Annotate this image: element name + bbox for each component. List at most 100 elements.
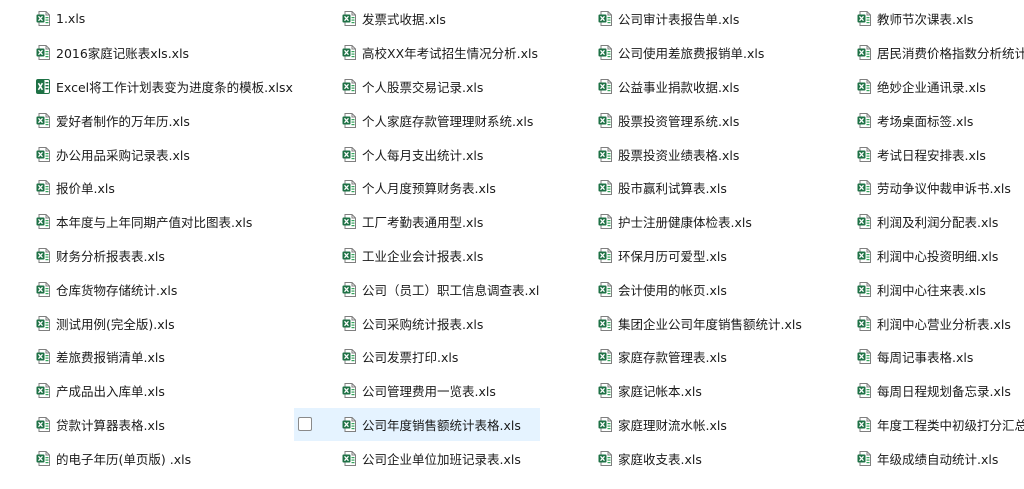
file-name: 个人家庭存款管理理财系统.xls <box>362 113 534 129</box>
file-item[interactable]: 考试日程安排表.xls <box>857 137 1024 171</box>
file-name: 绝妙企业通讯录.xls <box>877 79 986 95</box>
file-item[interactable]: 居民消费价格指数分析统计.xls <box>857 36 1024 70</box>
file-item[interactable]: 个人每月支出统计.xls <box>294 137 540 171</box>
file-item[interactable]: 公益事业捐款收据.xls <box>598 70 848 104</box>
file-column-2: 发票式收据.xls 高校XX年考试招生情况分析.xls 个人股票交易记录.xls 个人… <box>294 2 540 475</box>
file-item[interactable]: 差旅费报销清单.xls <box>36 340 296 374</box>
file-name: 年级成绩自动统计.xls <box>877 451 999 467</box>
file-name: 家庭理财流水帐.xls <box>618 417 727 433</box>
file-item[interactable]: 工厂考勤表通用型.xls <box>294 205 540 239</box>
file-item[interactable]: 公司管理费用一览表.xls <box>294 374 540 408</box>
excel-file-icon <box>857 281 871 297</box>
file-name: 测试用例(完全版).xls <box>56 316 175 332</box>
file-item[interactable]: 年度工程类中初级打分汇总表.xls <box>857 408 1024 442</box>
file-item[interactable]: 测试用例(完全版).xls <box>36 306 296 340</box>
file-item[interactable]: 报价单.xls <box>36 171 296 205</box>
file-item[interactable]: 个人家庭存款管理理财系统.xls <box>294 103 540 137</box>
file-name: 个人股票交易记录.xls <box>362 79 484 95</box>
file-item[interactable]: 贷款计算器表格.xls <box>36 408 296 442</box>
excel-file-icon <box>36 45 50 61</box>
file-item[interactable]: 爱好者制作的万年历.xls <box>36 103 296 137</box>
excel-file-icon <box>342 78 356 94</box>
file-column-1: 1.xls 2016家庭记账表xls.xls Excel将工作计划表变为进度条的模板… <box>36 2 296 475</box>
file-item[interactable]: 2016家庭记账表xls.xls <box>36 36 296 70</box>
file-name: 股市赢利试算表.xls <box>618 181 727 197</box>
file-item[interactable]: 发票式收据.xls <box>294 2 540 36</box>
file-item[interactable]: 环保月历可爱型.xls <box>598 239 848 273</box>
excel-file-icon <box>36 11 50 27</box>
file-item[interactable]: 本年度与上年同期产值对比图表.xls <box>36 205 296 239</box>
file-name: 财务分析报表表.xls <box>56 248 165 264</box>
file-item[interactable]: 股市赢利试算表.xls <box>598 171 848 205</box>
file-item[interactable]: 家庭存款管理表.xls <box>598 340 848 374</box>
excel-file-icon <box>342 416 356 432</box>
excel-file-icon <box>598 146 612 162</box>
file-name: 家庭收支表.xls <box>618 451 702 467</box>
file-item[interactable]: 家庭收支表.xls <box>598 441 848 475</box>
file-name: 公司使用差旅费报销单.xls <box>618 46 765 62</box>
file-item[interactable]: 护士注册健康体检表.xls <box>598 205 848 239</box>
file-name: 考场桌面标签.xls <box>877 113 974 129</box>
file-item[interactable]: 公司企业单位加班记录表.xls <box>294 441 540 475</box>
excel-file-icon <box>36 383 50 399</box>
file-item[interactable]: 公司发票打印.xls <box>294 340 540 374</box>
file-name: 贷款计算器表格.xls <box>56 417 165 433</box>
file-item[interactable]: 考场桌面标签.xls <box>857 103 1024 137</box>
file-name: 考试日程安排表.xls <box>877 147 986 163</box>
file-item[interactable]: 教师节次课表.xls <box>857 2 1024 36</box>
file-name: 护士注册健康体检表.xls <box>618 215 752 231</box>
excel-file-icon <box>857 146 871 162</box>
file-item[interactable]: 利润及利润分配表.xls <box>857 205 1024 239</box>
file-item[interactable]: 股票投资管理系统.xls <box>598 103 848 137</box>
file-name: 发票式收据.xls <box>362 12 446 28</box>
file-name: 仓库货物存储统计.xls <box>56 282 178 298</box>
file-name: 利润及利润分配表.xls <box>877 215 999 231</box>
file-item[interactable]: 利润中心投资明细.xls <box>857 239 1024 273</box>
excel-file-icon <box>342 247 356 263</box>
excel-file-icon <box>342 146 356 162</box>
file-item[interactable]: 股票投资业绩表格.xls <box>598 137 848 171</box>
file-item[interactable]: 1.xls <box>36 2 296 36</box>
file-item[interactable]: 集团企业公司年度销售额统计.xls <box>598 306 848 340</box>
file-name: 个人每月支出统计.xls <box>362 147 484 163</box>
file-item[interactable]: 绝妙企业通讯录.xls <box>857 70 1024 104</box>
file-name: 利润中心营业分析表.xls <box>877 316 1011 332</box>
file-item[interactable]: 公司使用差旅费报销单.xls <box>598 36 848 70</box>
file-item[interactable]: 年级成绩自动统计.xls <box>857 441 1024 475</box>
file-item[interactable]: 工业企业会计报表.xls <box>294 239 540 273</box>
file-name: 高校XX年考试招生情况分析.xls <box>362 46 538 62</box>
excel-file-icon <box>342 383 356 399</box>
file-name: 家庭存款管理表.xls <box>618 350 727 366</box>
file-item[interactable]: 财务分析报表表.xls <box>36 239 296 273</box>
file-item[interactable]: 利润中心营业分析表.xls <box>857 306 1024 340</box>
file-item[interactable]: 家庭理财流水帐.xls <box>598 408 848 442</box>
file-name: 工业企业会计报表.xls <box>362 248 484 264</box>
file-item[interactable]: 每周记事表格.xls <box>857 340 1024 374</box>
file-item[interactable]: 公司审计表报告单.xls <box>598 2 848 36</box>
file-select-checkbox[interactable] <box>298 417 312 432</box>
file-name: 产成品出入库单.xls <box>56 384 165 400</box>
file-item[interactable]: 公司采购统计报表.xls <box>294 306 540 340</box>
file-item[interactable]: 每周日程规划备忘录.xls <box>857 374 1024 408</box>
file-item[interactable]: 个人月度预算财务表.xls <box>294 171 540 205</box>
file-item[interactable]: 产成品出入库单.xls <box>36 374 296 408</box>
file-item[interactable]: 仓库货物存储统计.xls <box>36 272 296 306</box>
file-item[interactable]: 个人股票交易记录.xls <box>294 70 540 104</box>
file-item[interactable]: 利润中心往来表.xls <box>857 272 1024 306</box>
file-item[interactable]: 公司年度销售额统计表格.xls <box>294 407 540 442</box>
file-item[interactable]: 公司（员工）职工信息调查表.xls <box>294 272 540 306</box>
excel-file-icon <box>857 416 871 432</box>
file-name: 1.xls <box>56 11 86 27</box>
file-item[interactable]: 高校XX年考试招生情况分析.xls <box>294 36 540 70</box>
file-item[interactable]: Excel将工作计划表变为进度条的模板.xlsx <box>36 70 296 104</box>
file-item[interactable]: 的电子年历(单页版) .xls <box>36 441 296 475</box>
file-item[interactable]: 劳动争议仲裁申诉书.xls <box>857 171 1024 205</box>
excel-file-icon <box>36 214 50 230</box>
file-name: 的电子年历(单页版) .xls <box>56 451 192 467</box>
file-item[interactable]: 会计使用的帐页.xls <box>598 272 848 306</box>
file-item[interactable]: 家庭记帐本.xls <box>598 374 848 408</box>
excel-file-icon <box>857 247 871 263</box>
file-item[interactable]: 办公用品采购记录表.xls <box>36 137 296 171</box>
file-name: Excel将工作计划表变为进度条的模板.xlsx <box>56 79 293 95</box>
excel-file-icon <box>857 315 871 331</box>
